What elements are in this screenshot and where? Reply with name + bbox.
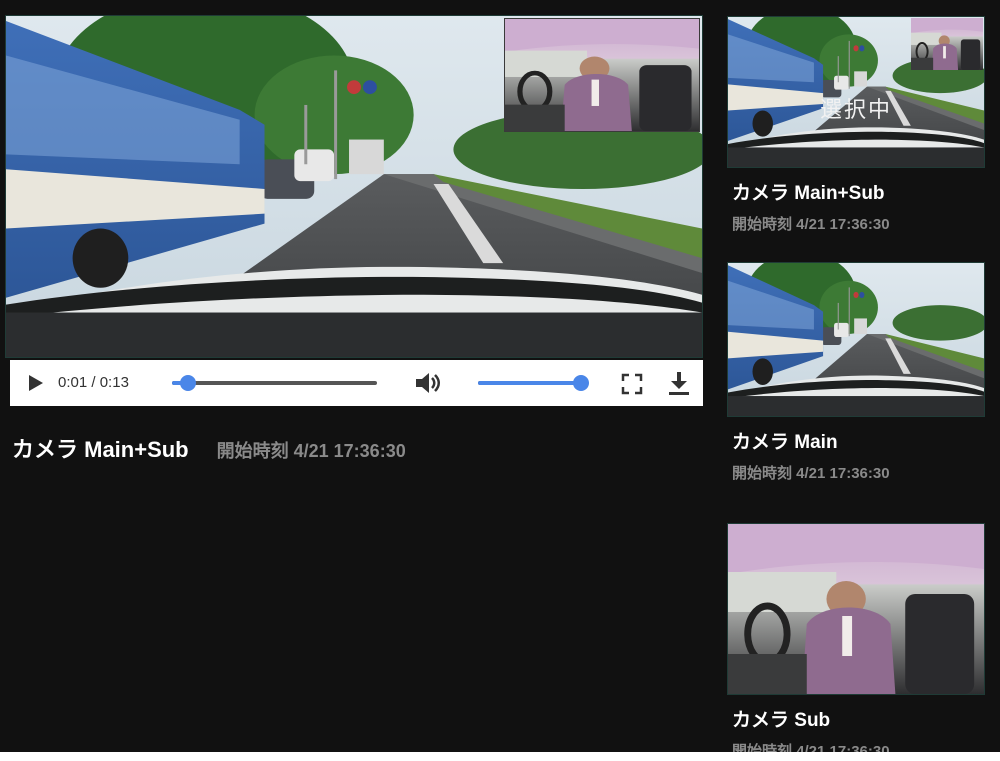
video-thumbnail[interactable]: 選択中: [727, 16, 985, 168]
video-card-title: カメラ Sub: [732, 710, 831, 731]
selected-overlay-label: 選択中: [820, 98, 893, 123]
front-camera-view: [728, 263, 984, 416]
video-card-main[interactable]: カメラ Main 開始時刻 4/21 17:36:30: [727, 262, 985, 483]
video-controls: 0:01 / 0:13: [10, 360, 703, 406]
play-icon[interactable]: [24, 372, 46, 394]
video-thumbnail[interactable]: [727, 523, 985, 695]
volume-slider[interactable]: [478, 375, 589, 391]
download-icon[interactable]: [667, 370, 691, 396]
volume-slider-thumb[interactable]: [573, 375, 589, 391]
cabin-camera-view: [505, 19, 699, 131]
main-video-caption: カメラ Main+Sub 開始時刻 4/21 17:36:30: [12, 432, 406, 464]
current-time: 0:01: [58, 374, 88, 391]
duration: 0:13: [99, 374, 129, 391]
bottom-edge: [0, 752, 1000, 761]
cabin-camera-view: [911, 18, 983, 70]
video-card-title: カメラ Main: [732, 432, 838, 453]
seek-bar-thumb[interactable]: [179, 375, 196, 391]
video-card-start-time: 開始時刻 4/21 17:36:30: [732, 216, 890, 233]
main-video-player[interactable]: [5, 15, 703, 358]
main-video-title: カメラ Main+Sub: [12, 437, 189, 462]
video-thumbnail[interactable]: [727, 262, 985, 417]
sub-camera-inset: [504, 18, 700, 132]
time-display: 0:01 / 0:13: [58, 374, 129, 391]
cabin-camera-view: [728, 524, 984, 694]
video-card-main-sub[interactable]: 選択中 カメラ Main+Sub 開始時刻 4/21 17:36:30: [727, 16, 985, 234]
volume-slider-fill: [478, 381, 581, 385]
volume-icon[interactable]: [413, 370, 443, 396]
video-card-sub[interactable]: カメラ Sub 開始時刻 4/21 17:36:30: [727, 523, 985, 761]
main-video-start-time: 開始時刻 4/21 17:36:30: [216, 441, 406, 461]
seek-bar[interactable]: [172, 375, 377, 391]
time-separator: /: [87, 374, 100, 391]
sub-camera-inset: [911, 18, 983, 70]
video-card-title: カメラ Main+Sub: [732, 183, 885, 204]
video-card-start-time: 開始時刻 4/21 17:36:30: [732, 465, 890, 482]
fullscreen-icon[interactable]: [621, 373, 643, 395]
app-window: 0:01 / 0:13 カメラ Main+Sub 開始時刻 4/21 17:36…: [0, 0, 1000, 760]
